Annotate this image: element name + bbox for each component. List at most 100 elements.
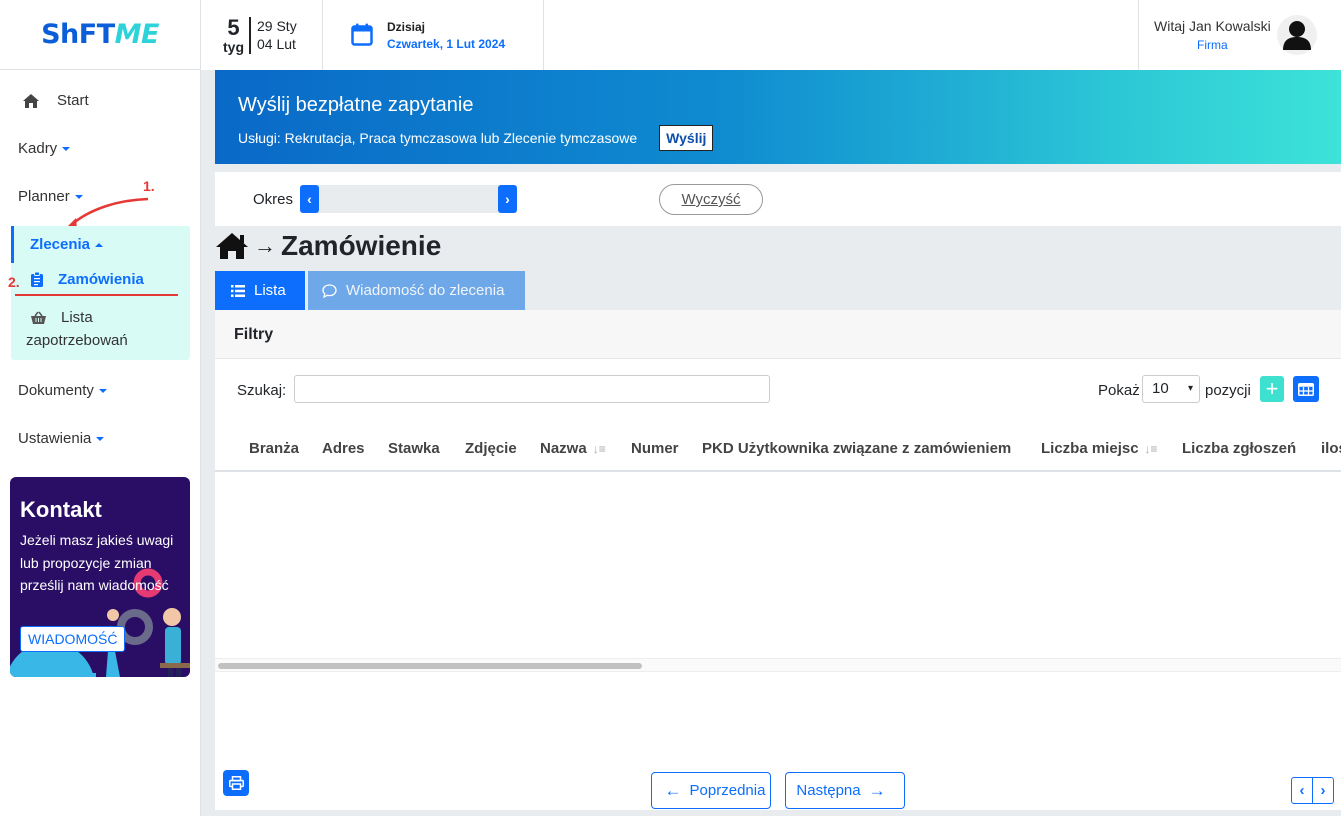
column-header-label: Nazwa: [540, 440, 587, 457]
list-panel: Filtry Szukaj: Pokaż 10 ▾ pozycji + Bran…: [215, 310, 1341, 810]
next-page-label: Następna: [796, 782, 861, 799]
tab-label: Lista: [254, 282, 286, 299]
column-header-liczba-zgloszen[interactable]: Liczba zgłoszeń: [1182, 440, 1296, 457]
sidebar-item-start[interactable]: Start: [22, 92, 89, 109]
chevron-right-icon[interactable]: ›: [1312, 778, 1333, 803]
home-icon[interactable]: [215, 232, 249, 260]
annotation-2: 2.: [8, 274, 20, 290]
next-page-button[interactable]: Następna →: [785, 772, 905, 809]
add-button[interactable]: +: [1260, 376, 1284, 402]
chevron-down-icon: [62, 146, 71, 151]
print-button[interactable]: [223, 770, 249, 796]
period-prev-button[interactable]: ‹: [300, 185, 319, 213]
sidebar-subitem-label-line2: zapotrzebowań: [26, 332, 128, 349]
logo-cell[interactable]: ShFTME: [0, 0, 201, 70]
promo-banner: Wyślij bezpłatne zapytanie Usługi: Rekru…: [215, 70, 1341, 164]
period-filter-bar: Okres ‹ › Wyczyść: [215, 172, 1341, 226]
sidebar-subitem-zamowienia[interactable]: Zamówienia: [31, 271, 144, 288]
today-indicator: Dzisiaj Czwartek, 1 Lut 2024: [323, 0, 544, 70]
column-header-nazwa[interactable]: Nazwa ↓≡: [540, 440, 606, 457]
logo-accent: ME: [114, 19, 160, 50]
sidebar-subitem-row: Lista: [26, 306, 186, 329]
column-header-zdjecie[interactable]: Zdjęcie: [465, 440, 517, 457]
banner-send-button[interactable]: Wyślij: [659, 125, 714, 151]
chevron-down-icon: ▾: [1187, 383, 1193, 394]
week-label: tyg: [223, 38, 244, 55]
clipboard-icon: [31, 272, 43, 287]
scrollbar-thumb[interactable]: [218, 663, 642, 669]
chevron-left-icon: ‹: [307, 191, 312, 207]
annotation-underline: [15, 294, 178, 296]
sidebar-item-dokumenty[interactable]: Dokumenty: [18, 382, 107, 399]
column-header-pkd[interactable]: PKD Użytkownika związane z zamówieniem: [702, 440, 1011, 457]
list-icon: [231, 284, 245, 297]
tab-label: Wiadomość do zlecenia: [346, 282, 505, 299]
sidebar-item-ustawienia[interactable]: Ustawienia: [18, 430, 105, 447]
column-visibility-button[interactable]: [1293, 376, 1319, 402]
user-avatar-icon: [1282, 21, 1311, 50]
chat-icon: [322, 283, 337, 298]
clear-button[interactable]: Wyczyść: [659, 184, 763, 215]
breadcrumb: → Zamówienie: [215, 230, 441, 262]
page-size-label: Pokaż: [1098, 382, 1140, 399]
horizontal-scrollbar[interactable]: [215, 658, 1341, 672]
sidebar-subitem-label: Lista: [61, 309, 93, 326]
tab-lista[interactable]: Lista: [215, 271, 305, 310]
search-label: Szukaj:: [237, 382, 287, 399]
column-header-adres[interactable]: Adres: [322, 440, 365, 457]
today-label: Dzisiaj: [387, 19, 426, 34]
sidebar-item-kadry[interactable]: Kadry: [18, 140, 71, 157]
search-input[interactable]: [294, 375, 770, 403]
sidebar-item-label: Kadry: [18, 140, 58, 157]
column-header-stawka[interactable]: Stawka: [388, 440, 440, 457]
logo[interactable]: ShFTME: [41, 19, 159, 50]
week-indicator: 5 tyg 29 Sty 04 Lut: [201, 0, 323, 70]
sidebar-subitem-lista-zapotrzebowan[interactable]: Lista zapotrzebowań: [26, 306, 186, 352]
period-label: Okres: [253, 191, 294, 208]
banner-subtitle-row: Usługi: Rekrutacja, Praca tymczasowa lub…: [238, 125, 1318, 151]
contact-message-button[interactable]: WIADOMOŚĆ: [20, 626, 126, 652]
sidebar-item-zlecenia[interactable]: Zlecenia: [11, 226, 190, 263]
week-start: 29 Sty: [257, 18, 297, 34]
sidebar-item-label: Dokumenty: [18, 382, 94, 399]
column-header-numer[interactable]: Numer: [631, 440, 679, 457]
sidebar: Start Kadry Planner 1. Zlecenia Zamówien…: [0, 70, 201, 816]
sidebar-subitem-label: Zamówienia: [58, 271, 144, 288]
today-date: Czwartek, 1 Lut 2024: [387, 36, 506, 51]
user-menu[interactable]: Witaj Jan Kowalski Firma: [1138, 0, 1341, 70]
previous-page-button[interactable]: ← Poprzednia: [651, 772, 771, 809]
basket-icon: [31, 311, 46, 324]
sidebar-item-label: Ustawienia: [18, 430, 92, 447]
app-root: ShFTME 5 tyg 29 Sty 04 Lut Dzisiaj Czwar…: [0, 0, 1341, 816]
tab-message[interactable]: Wiadomość do zlecenia: [308, 271, 525, 310]
column-header-branza[interactable]: Branża: [249, 440, 299, 457]
table-icon: [1298, 382, 1314, 396]
filters-heading[interactable]: Filtry: [215, 310, 1341, 359]
period-range-field[interactable]: ‹ ›: [300, 185, 517, 213]
chevron-down-icon: [96, 436, 105, 441]
user-company: Firma: [1197, 38, 1228, 52]
user-greeting: Witaj Jan Kowalski: [1154, 18, 1271, 34]
chevron-up-icon: [95, 242, 104, 247]
logo-main: ShFT: [41, 19, 115, 50]
chevron-right-icon: ›: [505, 191, 510, 207]
column-header-ilosc[interactable]: ilość: [1321, 440, 1341, 457]
page-title: Zamówienie: [281, 230, 442, 261]
period-next-button[interactable]: ›: [498, 185, 517, 213]
page-size-value: 10: [1152, 380, 1169, 397]
annotation-1: 1.: [143, 178, 155, 194]
top-header: ShFTME 5 tyg 29 Sty 04 Lut Dzisiaj Czwar…: [0, 0, 1341, 70]
user-info: Witaj Jan Kowalski Firma: [1154, 18, 1271, 52]
column-header-liczba-miejsc[interactable]: Liczba miejsc ↓≡: [1041, 440, 1158, 457]
page-size-select[interactable]: 10 ▾: [1142, 375, 1200, 403]
table-scroll-nav: ‹ ›: [1291, 777, 1334, 804]
arrow-right-icon: →: [868, 780, 886, 800]
submenu-zlecenia: Zlecenia Zamówienia Lista zapotrzebowań: [11, 226, 190, 360]
plus-icon: +: [1265, 376, 1279, 401]
avatar[interactable]: [1276, 15, 1317, 55]
page-size-suffix: pozycji: [1205, 382, 1251, 399]
week-end: 04 Lut: [257, 36, 296, 52]
week-range: 29 Sty 04 Lut: [251, 17, 297, 53]
chevron-left-icon[interactable]: ‹: [1292, 778, 1312, 803]
sort-icon: ↓≡: [1144, 441, 1158, 456]
